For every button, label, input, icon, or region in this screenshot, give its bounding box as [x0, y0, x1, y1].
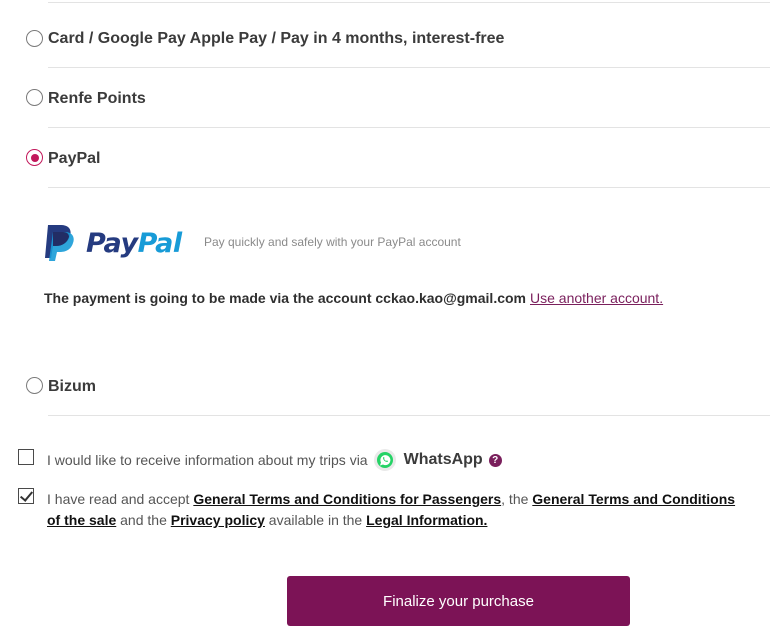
paypal-account-text: The payment is going to be made via the …	[44, 290, 526, 306]
payment-option-label: PayPal	[48, 150, 101, 167]
terms-text: I have read and accept General Terms and…	[47, 489, 752, 531]
legal-information-link[interactable]: Legal Information.	[366, 512, 487, 528]
paypal-wordmark-pal: Pal	[137, 227, 183, 259]
terms-checkbox[interactable]	[18, 488, 34, 504]
payment-option-card[interactable]: Card / Google Pay Apple Pay / Pay in 4 m…	[0, 8, 770, 68]
paypal-description: Pay quickly and safely with your PayPal …	[204, 235, 461, 249]
whatsapp-brand: WhatsApp	[403, 451, 483, 468]
paypal-wordmark: PayPal	[86, 228, 182, 259]
payment-option-renfe-points[interactable]: Renfe Points	[0, 68, 770, 128]
whatsapp-opt-in-text: I would like to receive information abou…	[47, 452, 368, 468]
payment-option-label: Card / Google Pay Apple Pay / Pay in 4 m…	[48, 30, 505, 47]
radio-renfe-points[interactable]	[26, 89, 43, 106]
terms-text-part: I have read and accept	[47, 491, 194, 507]
terms-text-part: and the	[116, 512, 171, 528]
payment-option-paypal[interactable]: PayPal	[0, 128, 770, 188]
privacy-policy-link[interactable]: Privacy policy	[171, 512, 265, 528]
whatsapp-opt-in: I would like to receive information abou…	[47, 449, 502, 471]
radio-card[interactable]	[26, 30, 43, 47]
payment-option-label: Bizum	[48, 378, 96, 395]
terms-text-part: , the	[501, 491, 533, 507]
divider	[48, 415, 770, 416]
finalize-purchase-button[interactable]: Finalize your purchase	[287, 576, 630, 626]
radio-paypal[interactable]	[26, 149, 43, 166]
terms-text-part: available in the	[264, 512, 367, 528]
help-icon[interactable]: ?	[488, 453, 502, 467]
paypal-wordmark-pay: Pay	[86, 227, 138, 259]
whatsapp-icon	[373, 449, 396, 471]
paypal-logo-icon	[45, 225, 74, 261]
divider	[48, 187, 770, 188]
paypal-account-line: The payment is going to be made via the …	[44, 290, 663, 306]
whatsapp-checkbox[interactable]	[18, 449, 34, 465]
passenger-terms-link[interactable]: General Terms and Conditions for Passeng…	[193, 491, 501, 507]
radio-bizum[interactable]	[26, 377, 43, 394]
paypal-logo: PayPal	[44, 224, 182, 262]
payment-option-bizum[interactable]: Bizum	[0, 356, 770, 416]
payment-option-label: Renfe Points	[48, 90, 146, 107]
use-another-account-link[interactable]: Use another account.	[530, 290, 663, 306]
divider	[48, 2, 770, 3]
